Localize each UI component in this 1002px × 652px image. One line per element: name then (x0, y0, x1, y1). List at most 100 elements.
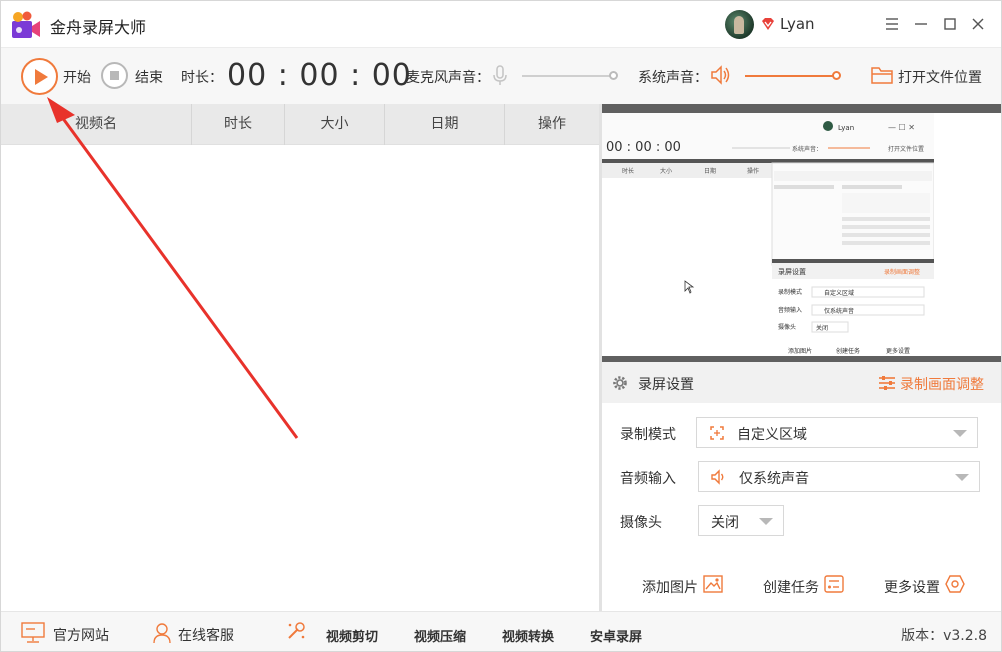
menu-icon (886, 18, 898, 30)
preview-col-duration: 时长 (622, 167, 634, 175)
user-avatar[interactable] (725, 10, 754, 39)
video-convert-link[interactable]: 视频转换 (502, 626, 554, 645)
microphone-icon[interactable] (491, 65, 509, 87)
username[interactable]: Lyan (780, 15, 815, 33)
title-bar: 金舟录屏大师 Lyan (1, 1, 1001, 48)
preview-screenshot: 00 : 00 : 00 Lyan — ☐ ✕ 系统声音： 打开文件位置 时长 … (602, 113, 1001, 356)
column-header-name[interactable]: 视频名 (1, 104, 191, 145)
preview-col-date: 日期 (704, 167, 716, 175)
camera-value: 关闭 (711, 515, 739, 531)
monitor-icon[interactable] (21, 622, 45, 644)
custom-region-icon (710, 426, 724, 440)
folder-icon[interactable] (871, 65, 893, 85)
add-image-button[interactable]: 添加图片 (642, 577, 698, 597)
column-header-date[interactable]: 日期 (385, 104, 504, 145)
minimize-button[interactable] (908, 11, 934, 37)
screen-preview: 00 : 00 : 00 Lyan — ☐ ✕ 系统声音： 打开文件位置 时长 … (602, 104, 1001, 362)
duration-label: 时长： (181, 70, 223, 86)
camera-select[interactable]: 关闭 (698, 505, 784, 536)
preview-open-folder: 打开文件位置 (888, 145, 924, 153)
preview-avatar (823, 121, 833, 131)
audio-input-select[interactable]: 仅系统声音 (698, 461, 980, 492)
preview-window-controls: — ☐ ✕ (888, 123, 915, 132)
video-compress-link[interactable]: 视频压缩 (414, 626, 466, 645)
chevron-down-icon (953, 430, 967, 437)
more-settings-button[interactable]: 更多设置 (884, 577, 940, 597)
preview-audio-value: 仅系统声音 (824, 307, 854, 315)
record-mode-value: 自定义区域 (737, 427, 807, 443)
settings-panel: 录制模式 自定义区域 音频输入 仅系统声音 摄像头 关闭 添加图片 创建任务 更… (602, 403, 1001, 611)
start-record-button[interactable] (21, 58, 58, 95)
preview-settings-adjust: 录制画面调整 (884, 268, 920, 276)
preview-username: Lyan (838, 124, 854, 132)
preview-mode-value: 自定义区域 (824, 289, 854, 297)
adjust-sliders-icon[interactable] (878, 375, 896, 391)
tools-icon[interactable] (285, 620, 307, 642)
open-folder-button[interactable]: 打开文件位置 (898, 67, 982, 87)
preview-col-actions: 操作 (747, 167, 759, 175)
preview-audio-label: 音频输入 (778, 306, 802, 314)
vip-diamond-icon (762, 18, 774, 30)
app-title: 金舟录屏大师 (50, 18, 147, 37)
camera-label: 摄像头 (620, 515, 662, 531)
status-bar: 官方网站 在线客服 视频剪切 视频压缩 视频转换 安卓录屏 版本：v3.2.8 (1, 611, 1001, 651)
column-header-size[interactable]: 大小 (285, 104, 384, 145)
mic-volume-knob[interactable] (609, 71, 618, 80)
close-icon (972, 18, 984, 30)
image-icon[interactable] (703, 575, 723, 593)
system-volume-knob[interactable] (832, 71, 841, 80)
online-support-link[interactable]: 在线客服 (178, 625, 234, 645)
video-cut-link[interactable]: 视频剪切 (326, 626, 378, 645)
recording-timer: 00 : 00 : 00 (227, 58, 412, 93)
preview-col-size: 大小 (660, 167, 672, 175)
speaker-icon (711, 469, 724, 485)
recording-list: 视频名 时长 大小 日期 操作 (1, 104, 599, 611)
start-label[interactable]: 开始 (63, 67, 91, 87)
minimize-icon (915, 23, 927, 25)
audio-input-label: 音频输入 (620, 471, 676, 487)
official-website-link[interactable]: 官方网站 (53, 625, 109, 645)
preview-create-task: 创建任务 (836, 347, 860, 355)
recording-toolbar: 开始 结束 时长： 00 : 00 : 00 麦克风声音： 系统声音： 打开文件… (1, 48, 1001, 104)
customer-service-icon[interactable] (152, 622, 172, 644)
stop-label[interactable]: 结束 (135, 67, 163, 87)
mic-volume-slider[interactable] (522, 75, 612, 77)
chevron-down-icon (955, 474, 969, 481)
system-volume-label: 系统声音： (638, 70, 708, 86)
maximize-icon (944, 18, 956, 30)
preview-settings-title: 录屏设置 (778, 267, 806, 276)
close-button[interactable] (965, 11, 991, 37)
hexagon-settings-icon[interactable] (945, 574, 965, 594)
column-header-duration[interactable]: 时长 (192, 104, 284, 145)
menu-button[interactable] (879, 11, 905, 37)
version-label: 版本：v3.2.8 (901, 628, 987, 644)
record-mode-label: 录制模式 (620, 427, 676, 443)
preview-camera-label: 摄像头 (778, 323, 796, 331)
table-header: 视频名 时长 大小 日期 操作 (1, 104, 599, 145)
app-logo-icon (12, 11, 40, 38)
chevron-down-icon (759, 518, 773, 525)
task-list-icon[interactable] (824, 575, 844, 593)
stop-record-button[interactable] (101, 62, 128, 89)
speaker-icon[interactable] (710, 64, 732, 86)
adjust-recording-area-link[interactable]: 录制画面调整 (900, 374, 984, 394)
preview-system-label: 系统声音： (792, 145, 822, 153)
record-mode-select[interactable]: 自定义区域 (696, 417, 978, 448)
create-task-button[interactable]: 创建任务 (763, 577, 819, 597)
preview-add-image: 添加图片 (788, 347, 812, 355)
preview-thumbnail: 00 : 00 : 00 Lyan — ☐ ✕ 系统声音： 打开文件位置 时长 … (602, 113, 1001, 356)
preview-timer: 00 : 00 : 00 (606, 140, 681, 155)
preview-camera-value: 关闭 (816, 324, 828, 332)
audio-input-value: 仅系统声音 (739, 471, 809, 487)
mic-volume-label: 麦克风声音： (406, 70, 490, 86)
app-window: 金舟录屏大师 Lyan 开始 结束 时长： 00: 00: 00 麦克风声音… (0, 0, 1002, 652)
gear-icon (613, 376, 627, 390)
preview-mode-label: 录制模式 (778, 288, 802, 296)
settings-title: 录屏设置 (638, 377, 694, 393)
maximize-button[interactable] (937, 11, 963, 37)
column-header-actions[interactable]: 操作 (505, 104, 599, 145)
preview-more-settings: 更多设置 (886, 347, 910, 355)
android-record-link[interactable]: 安卓录屏 (590, 626, 642, 645)
settings-header: 录屏设置 录制画面调整 (602, 362, 1001, 403)
system-volume-slider[interactable] (745, 75, 835, 77)
